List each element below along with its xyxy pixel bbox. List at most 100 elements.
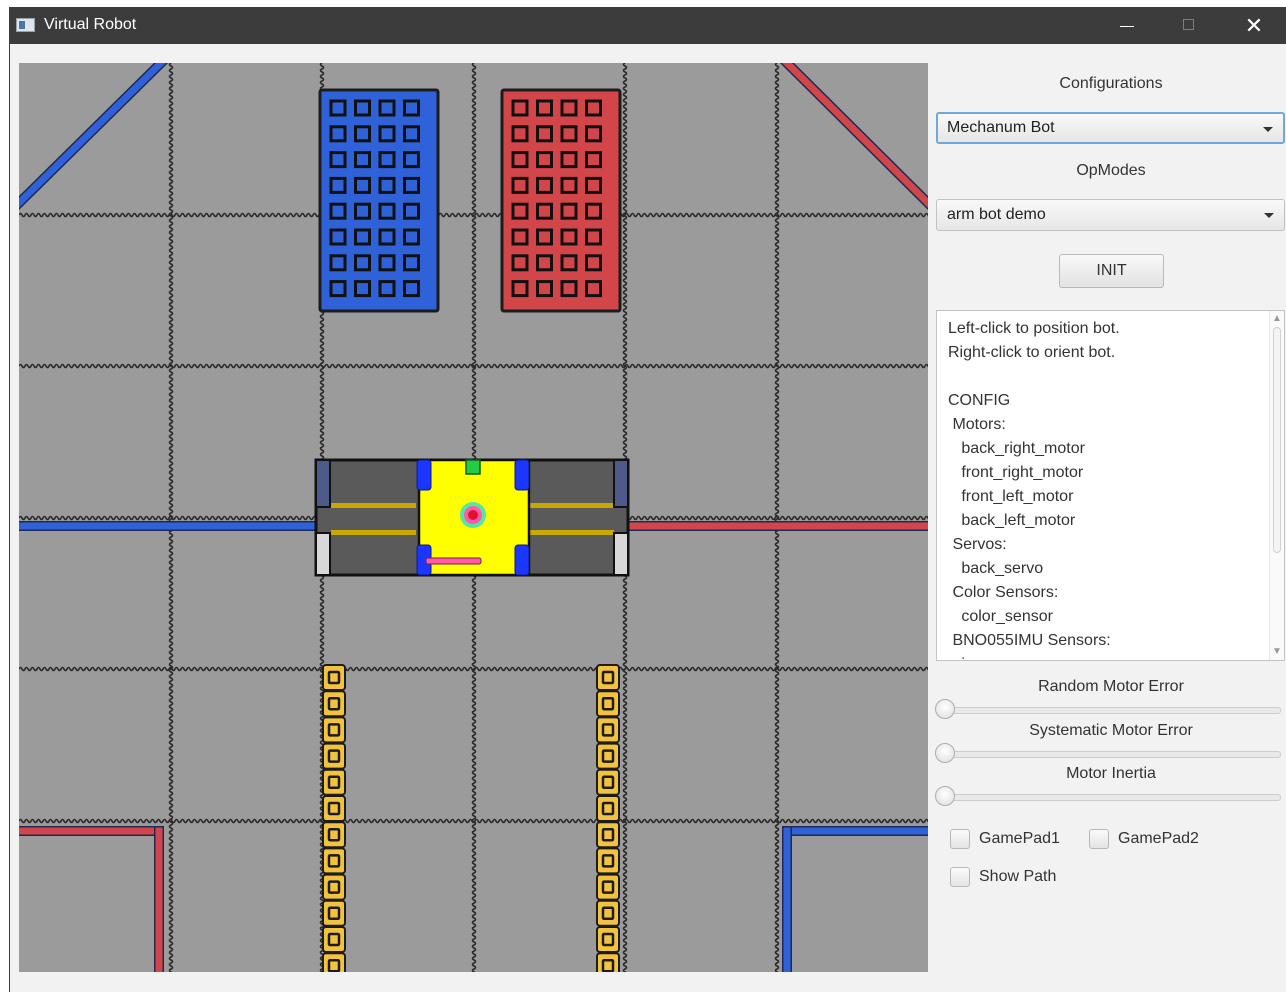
show-path-checkbox[interactable]: Show Path [950,866,1070,890]
stone-left [322,690,346,718]
console-line: Motors: [948,416,1006,433]
red-foundation-stud [585,202,602,220]
stone-right [596,821,620,849]
slider-track [947,794,1281,801]
robot-servo-arm [425,557,482,565]
console-output[interactable]: Left-click to position bot. Right-click t… [936,310,1285,661]
stone-left [322,847,346,875]
gamepad2-label: GamePad2 [1118,830,1199,847]
red-foundation-stud [585,280,602,298]
blue-foundation-stud [378,202,396,220]
red-foundation-stud [536,202,553,220]
red-foundation-stud [585,228,602,246]
red-foundation-stud [585,151,602,169]
red-foundation [500,88,622,313]
blue-foundation-stud [403,125,420,143]
random-motor-error-label: Random Motor Error [1038,678,1184,695]
blue-foundation-stud [329,151,347,169]
stone-right [596,742,620,770]
checkbox-box[interactable] [1089,829,1109,849]
title-bar[interactable]: Virtual Robot ✕ [10,7,1286,44]
random-motor-error-slider[interactable] [935,698,1286,722]
red-foundation-stud [511,99,529,117]
slider-knob[interactable] [935,743,955,763]
blue-foundation-stud [354,254,371,272]
red-foundation-stud [511,228,529,246]
blue-foundation-stud [354,99,371,117]
stone-left [322,899,346,927]
gamepad1-checkbox[interactable]: GamePad1 [950,828,1070,852]
robot-arm-segment [315,459,331,508]
opmode-select[interactable]: arm bot demo [936,199,1285,231]
blue-foundation-stud [329,280,347,298]
systematic-motor-error-slider[interactable] [935,742,1286,766]
configuration-select[interactable]: Mechanum Bot [936,112,1285,144]
configuration-select-value: Mechanum Bot [947,119,1055,136]
close-button[interactable]: ✕ [1223,7,1285,44]
opmode-select-value: arm bot demo [947,206,1046,223]
red-foundation-stud [511,280,529,298]
robot-color-sensor [465,459,481,475]
stone-right [596,690,620,718]
stone-left [322,873,346,901]
field-canvas[interactable] [19,63,928,972]
robot-wheel [514,544,530,576]
field-view[interactable] [19,63,928,972]
scroll-thumb[interactable] [1273,327,1281,553]
blue-foundation-stud [329,176,347,194]
scroll-up-icon[interactable]: ▲ [1272,314,1282,324]
blue-foundation-stud [403,202,420,220]
red-foundation-stud [560,228,578,246]
console-scrollbar[interactable]: ▲ ▼ [1269,311,1284,660]
blue-foundation-stud [403,176,420,194]
blue-foundation-stud [354,280,371,298]
robot-rail [529,530,614,535]
checkbox-box[interactable] [950,867,970,887]
minimize-button[interactable] [1096,7,1158,44]
red-foundation-stud [560,254,578,272]
console-line: back_left_motor [948,512,1076,529]
console-line: front_left_motor [948,488,1074,505]
stone-right [596,768,620,796]
console-line: back_right_motor [948,440,1085,457]
checkbox-box[interactable] [950,829,970,849]
red-foundation-stud [536,176,553,194]
maximize-button [1158,7,1220,44]
red-foundation-stud [560,125,578,143]
slider-knob[interactable] [935,699,955,719]
blue-foundation-stud [378,228,396,246]
red-foundation-stud [511,125,529,143]
chevron-down-icon [1264,213,1274,218]
blue-foundation-stud [378,151,396,169]
stone-left [322,952,346,972]
console-line: BNO055IMU Sensors: [948,632,1111,649]
blue-foundation-stud [329,125,347,143]
blue-foundation-stud [354,151,371,169]
scroll-down-icon[interactable]: ▼ [1272,647,1282,657]
red-foundation-stud [560,202,578,220]
gamepad2-checkbox[interactable]: GamePad2 [1089,828,1209,852]
slider-track [947,751,1281,758]
blue-foundation-stud [378,99,396,117]
stone-right [596,952,620,972]
robot-arm-segment [315,532,331,576]
console-line: Servos: [948,536,1007,553]
stone-left [322,664,346,691]
console-line: CONFIG [948,392,1011,409]
console-line: Right-click to orient bot. [948,344,1116,361]
stone-right [596,899,620,927]
console-line: front_right_motor [948,464,1084,481]
blue-foundation-stud [329,99,347,117]
init-button[interactable]: INIT [1059,254,1164,288]
robot-rail [529,503,614,508]
slider-knob[interactable] [935,786,955,806]
configurations-label: Configurations [1059,75,1163,92]
stone-left [322,821,346,849]
blue-foundation-stud [403,99,420,117]
motor-inertia-slider[interactable] [935,785,1286,809]
red-foundation-stud [560,99,578,117]
blue-foundation-stud [329,254,347,272]
stone-right [596,873,620,901]
robot-arm-segment [613,459,629,508]
red-foundation-stud [560,280,578,298]
